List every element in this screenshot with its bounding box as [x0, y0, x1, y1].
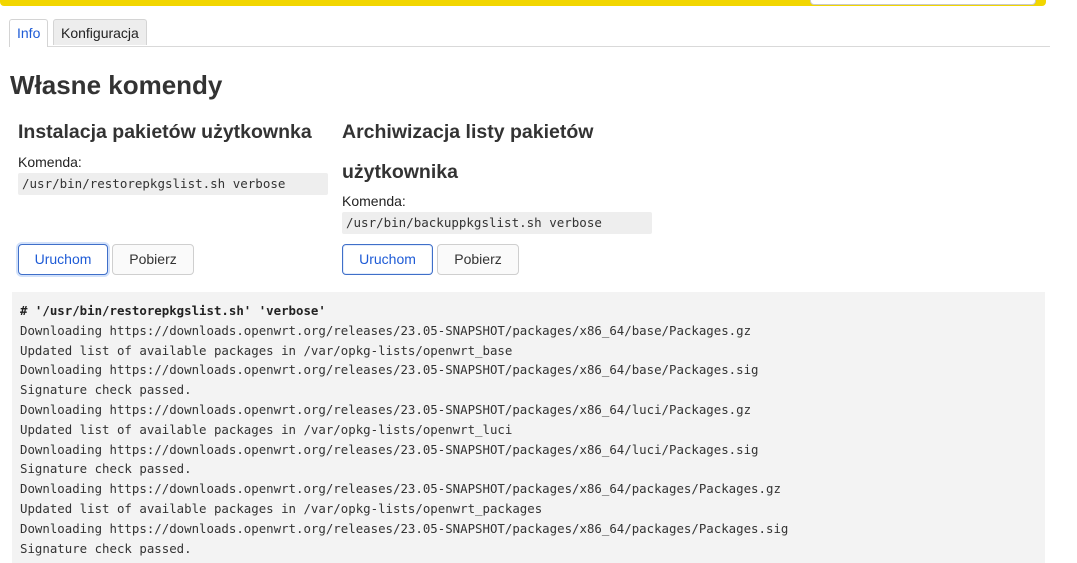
tab-info[interactable]: Info	[9, 19, 48, 47]
output-line: Updated list of available packages in /v…	[20, 421, 513, 437]
page-title: Własne komendy	[10, 70, 223, 100]
output-line: Updated list of available packages in /v…	[20, 500, 543, 516]
output-line: Downloading https://downloads.openwrt.or…	[20, 362, 759, 378]
command-title-backup-line2: użytkownika	[342, 161, 458, 183]
command-label-backup: Komenda:	[342, 193, 406, 209]
output-line: Downloading https://downloads.openwrt.or…	[20, 520, 789, 536]
download-button-install[interactable]: Pobierz	[112, 244, 194, 275]
tab-konfiguracja[interactable]: Konfiguracja	[53, 19, 147, 45]
output-line: Downloading https://downloads.openwrt.or…	[20, 441, 759, 457]
output-line: Signature check passed.	[20, 382, 192, 398]
run-button-backup[interactable]: Uruchom	[342, 244, 433, 275]
download-button-backup[interactable]: Pobierz	[437, 244, 519, 275]
command-text-backup: /usr/bin/backuppkgslist.sh verbose	[342, 212, 652, 234]
command-title-install: Instalacja pakietów użytkownka	[18, 121, 312, 143]
command-output: # '/usr/bin/restorepkgslist.sh' 'verbose…	[12, 292, 1045, 563]
output-line: Updated list of available packages in /v…	[20, 342, 513, 358]
output-line: Downloading https://downloads.openwrt.or…	[20, 401, 752, 417]
run-button-install[interactable]: Uruchom	[18, 244, 108, 275]
output-line: Downloading https://downloads.openwrt.or…	[20, 322, 752, 338]
output-line: Downloading https://downloads.openwrt.or…	[20, 481, 781, 497]
header-search-field[interactable]	[810, 0, 1036, 5]
command-label-install: Komenda:	[18, 154, 82, 170]
output-line: Signature check passed.	[20, 461, 192, 477]
command-text-install: /usr/bin/restorepkgslist.sh verbose	[18, 173, 328, 195]
command-title-backup-line1: Archiwizacja listy pakietów	[342, 121, 594, 143]
header-bar	[0, 0, 1046, 6]
output-line: Signature check passed.	[20, 540, 192, 556]
tab-bar: Info Konfiguracja	[9, 19, 1050, 47]
output-command-line: # '/usr/bin/restorepkgslist.sh' 'verbose…	[20, 303, 326, 318]
